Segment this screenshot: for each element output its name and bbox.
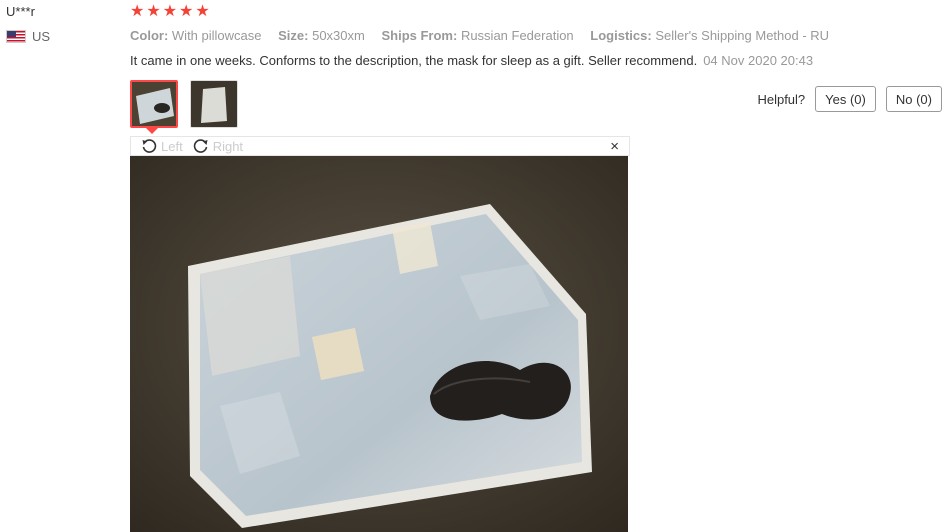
reviewer-country: US — [6, 29, 50, 44]
star-icon: ★ — [195, 3, 210, 20]
review-thumbnail-1[interactable] — [130, 80, 178, 128]
attr-color: Color: With pillowcase — [130, 28, 262, 43]
rotate-right-label: Right — [212, 138, 244, 154]
attr-ships-from: Ships From: Russian Federation — [381, 28, 574, 43]
review-date: 04 Nov 2020 20:43 — [703, 53, 814, 68]
review-attributes: Color: With pillowcase Size: 50x30xm Shi… — [130, 28, 842, 43]
rotate-left-label: Left — [161, 138, 183, 154]
star-icon: ★ — [179, 3, 194, 20]
review-text: It came in one weeks. Conforms to the de… — [130, 53, 698, 68]
helpful-label: Helpful? — [757, 91, 806, 107]
helpful-yes-button[interactable]: Yes (0) — [815, 86, 876, 112]
star-rating: ★ ★ ★ ★ ★ — [130, 3, 210, 21]
rotate-left-icon — [142, 139, 157, 153]
attr-logistics: Logistics: Seller's Shipping Method - RU — [590, 28, 830, 43]
viewer-toolbar: Left Right × — [130, 136, 630, 156]
star-icon: ★ — [162, 3, 178, 20]
image-viewer: Left Right × — [130, 136, 630, 532]
reviewer-name: U***r — [6, 4, 35, 19]
helpful-no-button[interactable]: No (0) — [885, 86, 942, 112]
star-icon: ★ — [146, 3, 161, 20]
review-photo — [130, 156, 628, 532]
selected-thumbnail-caret — [146, 128, 158, 134]
review-body: It came in one weeks. Conforms to the de… — [130, 53, 813, 68]
country-label: US — [32, 29, 51, 44]
attr-size: Size: 50x30xm — [278, 28, 365, 43]
us-flag-icon — [6, 30, 26, 43]
rotate-left-button[interactable]: Left — [141, 138, 183, 154]
rotate-right-icon — [193, 139, 208, 153]
review-thumbnail-2[interactable] — [190, 80, 238, 128]
rotate-right-button[interactable]: Right — [193, 138, 243, 154]
close-viewer-button[interactable]: × — [610, 137, 619, 155]
star-icon: ★ — [130, 3, 145, 20]
helpful-votes: Helpful? Yes (0) No (0) — [757, 86, 942, 112]
